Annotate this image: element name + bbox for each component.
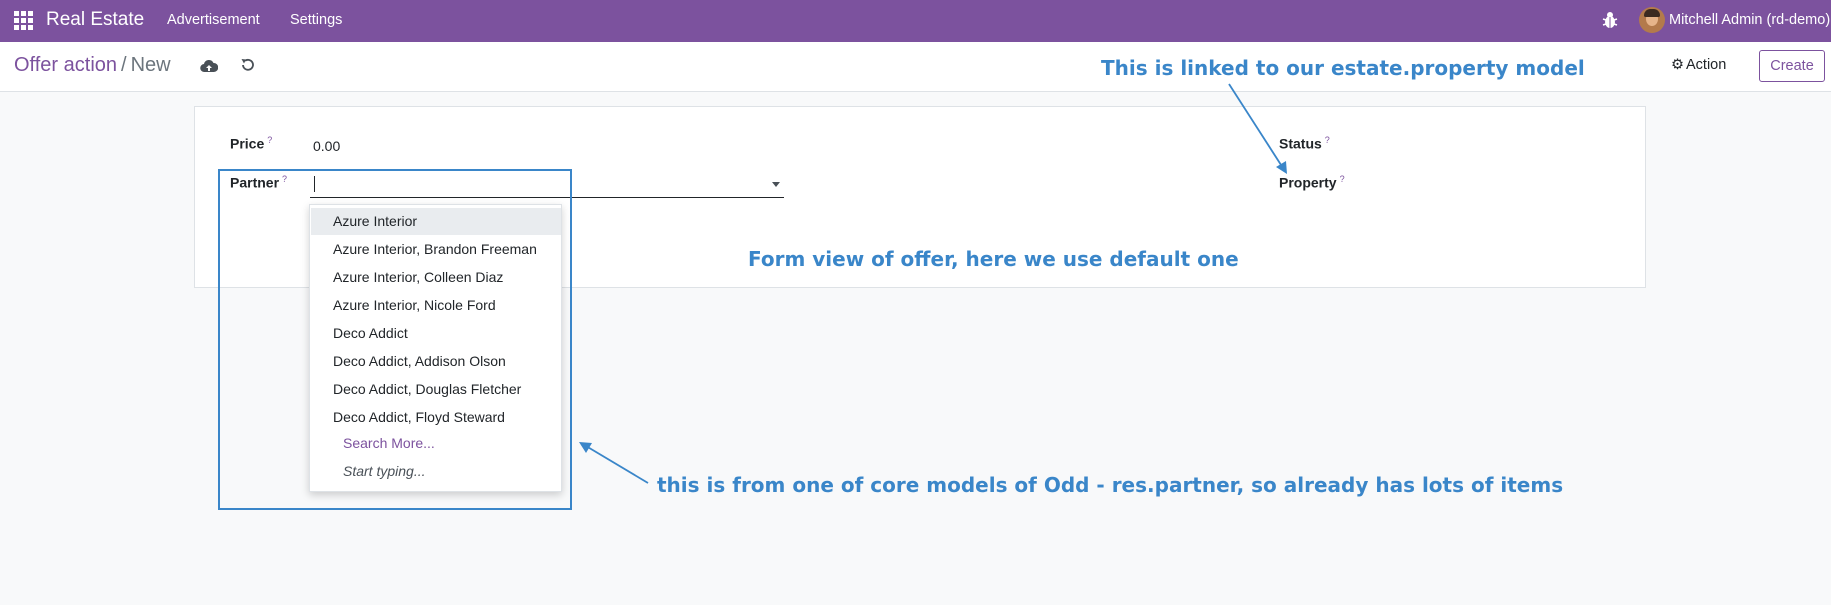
grid-icon[interactable]	[14, 11, 33, 30]
action-button[interactable]: ⚙ Action	[1671, 57, 1726, 73]
bug-icon[interactable]	[1601, 10, 1619, 30]
undo-icon[interactable]	[240, 57, 256, 73]
menu-settings[interactable]: Settings	[290, 12, 342, 28]
breadcrumb: Offer action / New	[14, 54, 171, 77]
annotation-highlight-box	[218, 169, 572, 510]
annotation-bottom: this is from one of core models of Odd -…	[657, 473, 1564, 497]
menu-advertisement[interactable]: Advertisement	[167, 12, 260, 28]
help-icon[interactable]: ?	[267, 135, 272, 145]
price-label: Price?	[230, 135, 273, 152]
create-button[interactable]: Create	[1759, 50, 1825, 82]
app-title[interactable]: Real Estate	[46, 9, 144, 31]
cloud-upload-icon[interactable]	[200, 58, 218, 74]
breadcrumb-parent[interactable]: Offer action	[14, 54, 117, 76]
help-icon[interactable]: ?	[1340, 174, 1345, 184]
annotation-top: This is linked to our estate.property mo…	[1101, 56, 1585, 80]
annotation-middle: Form view of offer, here we use default …	[748, 247, 1239, 271]
price-value[interactable]: 0.00	[313, 138, 340, 154]
avatar[interactable]	[1639, 7, 1665, 33]
help-icon[interactable]: ?	[1325, 135, 1330, 145]
chevron-down-icon[interactable]	[772, 182, 780, 187]
property-label: Property?	[1279, 174, 1345, 191]
gear-icon: ⚙	[1671, 57, 1684, 73]
arrow-to-dropdown	[579, 442, 649, 484]
top-navbar: Real Estate Advertisement Settings Mitch…	[0, 0, 1831, 42]
action-label: Action	[1686, 57, 1727, 73]
breadcrumb-separator: /	[121, 54, 127, 76]
status-label: Status?	[1279, 135, 1330, 152]
breadcrumb-current: New	[130, 54, 171, 76]
user-menu[interactable]: Mitchell Admin (rd-demo)	[1669, 12, 1830, 28]
